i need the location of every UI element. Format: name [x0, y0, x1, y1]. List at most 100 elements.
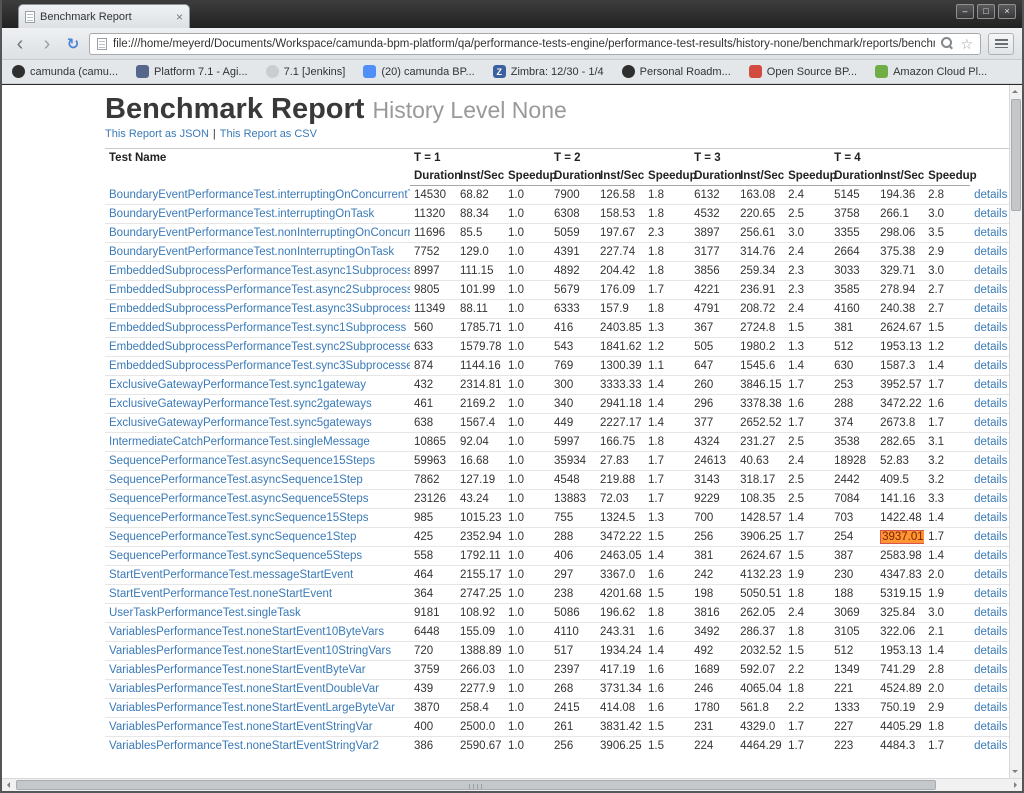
bookmark-item[interactable]: Open Source BP... — [748, 65, 857, 78]
details-link[interactable]: details — [974, 246, 1007, 258]
details-link[interactable]: details — [974, 265, 1007, 277]
details-link[interactable]: details — [974, 683, 1007, 695]
test-name-link[interactable]: IntermediateCatchPerformanceTest.singleM… — [109, 436, 370, 448]
details-link[interactable]: details — [974, 208, 1007, 220]
bookmark-item[interactable]: Personal Roadm... — [621, 65, 731, 78]
reload-icon[interactable]: ↻ — [64, 35, 82, 53]
test-name-link[interactable]: ExclusiveGatewayPerformanceTest.sync1gat… — [109, 379, 366, 391]
test-name-link[interactable]: ExclusiveGatewayPerformanceTest.sync2gat… — [109, 398, 372, 410]
details-link[interactable]: details — [974, 740, 1007, 752]
url-text[interactable]: file:///home/meyerd/Documents/Workspace/… — [113, 38, 935, 50]
test-name-link[interactable]: SequencePerformanceTest.syncSequence5Ste… — [109, 550, 362, 562]
speedup-cell: 1.8 — [644, 299, 691, 319]
browser-tab[interactable]: Benchmark Report × — [18, 4, 190, 28]
duration-cell: 268 — [550, 679, 597, 699]
test-name-link[interactable]: StartEventPerformanceTest.messageStartEv… — [109, 569, 353, 581]
horizontal-scrollbar-thumb[interactable] — [16, 780, 936, 790]
scroll-left-icon[interactable] — [2, 779, 15, 792]
details-cell: details — [970, 584, 1011, 604]
bookmark-item[interactable]: Platform 7.1 - Agi... — [136, 65, 248, 78]
bookmark-item[interactable]: camunda (camu... — [12, 65, 118, 78]
details-link[interactable]: details — [974, 512, 1007, 524]
maximize-button[interactable]: □ — [977, 4, 995, 19]
details-link[interactable]: details — [974, 474, 1007, 486]
horizontal-scrollbar[interactable] — [2, 778, 1022, 791]
details-link[interactable]: details — [974, 455, 1007, 467]
speedup-cell: 1.5 — [644, 527, 691, 547]
details-link[interactable]: details — [974, 550, 1007, 562]
search-icon[interactable] — [941, 37, 954, 50]
back-icon[interactable]: ‹ — [10, 34, 30, 54]
details-link[interactable]: details — [974, 626, 1007, 638]
details-link[interactable]: details — [974, 417, 1007, 429]
report-csv-link[interactable]: This Report as CSV — [220, 128, 317, 140]
duration-cell: 3870 — [410, 698, 456, 718]
test-name-link[interactable]: VariablesPerformanceTest.noneStartEventS… — [109, 740, 379, 752]
test-name-link[interactable]: BoundaryEventPerformanceTest.nonInterrup… — [109, 227, 410, 239]
menu-button[interactable] — [988, 32, 1014, 55]
test-name-link[interactable]: VariablesPerformanceTest.noneStartEventL… — [109, 702, 395, 714]
test-name-link[interactable]: BoundaryEventPerformanceTest.nonInterrup… — [109, 246, 394, 258]
test-name-link[interactable]: EmbeddedSubprocessPerformanceTest.async2… — [109, 284, 410, 296]
test-name-link[interactable]: VariablesPerformanceTest.noneStartEvent1… — [109, 626, 384, 638]
test-name-link[interactable]: UserTaskPerformanceTest.singleTask — [109, 607, 301, 619]
test-name-link[interactable]: VariablesPerformanceTest.noneStartEventB… — [109, 664, 366, 676]
test-name-link[interactable]: EmbeddedSubprocessPerformanceTest.sync2S… — [109, 341, 410, 353]
details-link[interactable]: details — [974, 189, 1007, 201]
test-name-link[interactable]: VariablesPerformanceTest.noneStartEventD… — [109, 683, 379, 695]
duration-cell: 296 — [690, 394, 737, 414]
test-name-link[interactable]: BoundaryEventPerformanceTest.interruptin… — [109, 208, 374, 220]
address-bar[interactable]: file:///home/meyerd/Documents/Workspace/… — [89, 32, 981, 55]
test-name-link[interactable]: SequencePerformanceTest.syncSequence1Ste… — [109, 531, 356, 543]
tab-close-icon[interactable]: × — [176, 11, 183, 23]
details-link[interactable]: details — [974, 493, 1007, 505]
details-link[interactable]: details — [974, 569, 1007, 581]
report-json-link[interactable]: This Report as JSON — [105, 128, 209, 140]
bookmark-item[interactable]: Amazon Cloud Pl... — [875, 65, 987, 78]
test-name-link[interactable]: SequencePerformanceTest.asyncSequence15S… — [109, 455, 375, 467]
details-cell: details — [970, 394, 1011, 414]
vertical-scrollbar[interactable] — [1009, 85, 1022, 778]
details-link[interactable]: details — [974, 588, 1007, 600]
forward-icon[interactable]: › — [37, 34, 57, 54]
bookmark-item[interactable]: 7.1 [Jenkins] — [265, 65, 345, 78]
details-link[interactable]: details — [974, 607, 1007, 619]
duration-cell: 425 — [410, 527, 456, 547]
details-link[interactable]: details — [974, 360, 1007, 372]
test-name-link[interactable]: BoundaryEventPerformanceTest.interruptin… — [109, 189, 410, 201]
scroll-right-icon[interactable] — [1009, 779, 1022, 792]
details-link[interactable]: details — [974, 379, 1007, 391]
scroll-up-icon[interactable] — [1009, 85, 1022, 98]
details-link[interactable]: details — [974, 398, 1007, 410]
test-name-link[interactable]: VariablesPerformanceTest.noneStartEvent1… — [109, 645, 391, 657]
minimize-button[interactable]: – — [956, 4, 974, 19]
test-name-link[interactable]: EmbeddedSubprocessPerformanceTest.async1… — [109, 265, 410, 277]
close-button[interactable]: × — [998, 4, 1016, 19]
details-link[interactable]: details — [974, 341, 1007, 353]
test-name-link[interactable]: VariablesPerformanceTest.noneStartEventS… — [109, 721, 373, 733]
details-link[interactable]: details — [974, 303, 1007, 315]
test-name-link[interactable]: EmbeddedSubprocessPerformanceTest.sync1S… — [109, 322, 406, 334]
scroll-down-icon[interactable] — [1009, 765, 1022, 778]
test-name-link[interactable]: SequencePerformanceTest.asyncSequence5St… — [109, 493, 369, 505]
vertical-scrollbar-thumb[interactable] — [1011, 99, 1021, 211]
test-name-link[interactable]: SequencePerformanceTest.syncSequence15St… — [109, 512, 369, 524]
test-name-link[interactable]: SequencePerformanceTest.asyncSequence1St… — [109, 474, 363, 486]
test-name-link[interactable]: ExclusiveGatewayPerformanceTest.sync5gat… — [109, 417, 372, 429]
details-link[interactable]: details — [974, 436, 1007, 448]
bookmark-star-icon[interactable]: ☆ — [960, 37, 973, 51]
bookmark-item[interactable]: Z Zimbra: 12/30 - 1/4 — [492, 65, 604, 78]
details-link[interactable]: details — [974, 284, 1007, 296]
test-name-cell: VariablesPerformanceTest.noneStartEvent1… — [105, 622, 410, 642]
test-name-link[interactable]: StartEventPerformanceTest.noneStartEvent — [109, 588, 332, 600]
test-name-link[interactable]: EmbeddedSubprocessPerformanceTest.async3… — [109, 303, 410, 315]
bookmark-item[interactable]: (20) camunda BP... — [363, 65, 475, 78]
details-link[interactable]: details — [974, 531, 1007, 543]
details-link[interactable]: details — [974, 645, 1007, 657]
details-link[interactable]: details — [974, 721, 1007, 733]
test-name-link[interactable]: EmbeddedSubprocessPerformanceTest.sync3S… — [109, 360, 410, 372]
details-link[interactable]: details — [974, 702, 1007, 714]
details-link[interactable]: details — [974, 227, 1007, 239]
details-link[interactable]: details — [974, 664, 1007, 676]
details-link[interactable]: details — [974, 322, 1007, 334]
